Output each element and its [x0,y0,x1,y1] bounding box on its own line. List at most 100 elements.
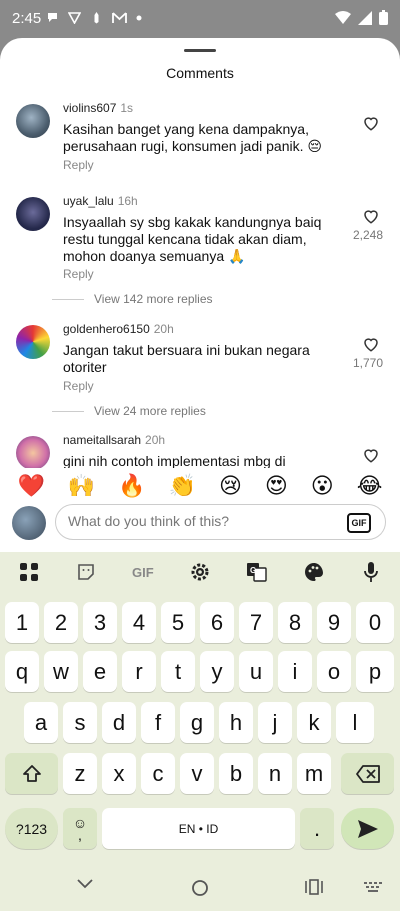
key-j[interactable]: j [258,702,292,743]
reply-button[interactable]: Reply [63,379,94,393]
battery-icon [379,10,388,25]
key-z[interactable]: z [63,753,97,794]
like-count: 1,770 [352,356,384,370]
avatar[interactable] [16,197,50,231]
key-8[interactable]: 8 [278,602,312,643]
avatar[interactable] [16,104,50,138]
view-more-replies[interactable]: View 24 more replies [52,404,206,418]
comment-input[interactable] [68,513,328,529]
shift-key[interactable] [5,753,58,794]
translate-icon[interactable]: G [244,559,270,585]
emoji-wow-button[interactable]: 😮 [311,473,334,499]
wifi-icon [335,10,351,24]
emoji-laugh-button[interactable]: 😂 [357,473,383,499]
reply-button[interactable]: Reply [63,267,94,281]
navigation-bar [0,866,400,911]
comment-input-box[interactable]: GIF [55,504,386,540]
backspace-key[interactable] [341,753,394,794]
heart-icon[interactable] [362,446,380,464]
comment-username[interactable]: goldenhero6150 20h [63,322,174,336]
key-4[interactable]: 4 [122,602,156,643]
key-s[interactable]: s [63,702,97,743]
key-d[interactable]: d [102,702,136,743]
send-icon [357,819,378,838]
system-icons [335,10,388,25]
key-h[interactable]: h [219,702,253,743]
comment-time: 20h [153,322,174,336]
key-t[interactable]: t [161,651,195,692]
heart-icon[interactable] [362,335,380,353]
emoji-reaction-row: ❤️ 🙌 🔥 👏 😢 😍 😮 😂 [0,468,400,504]
key-3[interactable]: 3 [83,602,117,643]
key-g[interactable]: g [180,702,214,743]
mic-icon[interactable] [358,559,384,585]
key-2[interactable]: 2 [44,602,78,643]
period-key[interactable]: . [300,808,334,849]
comment-username[interactable]: uyak_lalu 16h [63,194,138,208]
heart-icon[interactable] [362,114,380,132]
key-6[interactable]: 6 [200,602,234,643]
space-key[interactable]: EN • ID [102,808,295,849]
keyboard: GIF G 1 2 3 4 5 6 7 8 9 0 q w e r t y u … [0,552,400,866]
emoji-raised-hands-button[interactable]: 🙌 [68,473,95,499]
send-key[interactable] [341,808,394,849]
recents-button-icon[interactable] [305,879,323,895]
apps-icon[interactable] [16,559,42,585]
comment-time: 1s [120,101,134,115]
keyboard-toolbar: GIF G [0,552,400,592]
key-9[interactable]: 9 [317,602,351,643]
key-w[interactable]: w [44,651,78,692]
key-7[interactable]: 7 [239,602,273,643]
gmail-icon [112,12,127,23]
home-button-icon[interactable] [191,879,209,897]
emoji-cry-button[interactable]: 😢 [219,473,242,499]
palette-icon[interactable] [301,559,327,585]
sticker-icon[interactable] [73,559,99,585]
symbols-key[interactable]: ?123 [5,808,58,849]
key-o[interactable]: o [317,651,351,692]
settings-icon[interactable] [187,559,213,585]
key-k[interactable]: k [297,702,331,743]
avatar[interactable] [16,436,50,470]
key-x[interactable]: x [102,753,136,794]
heart-icon[interactable] [362,207,380,225]
comment-username[interactable]: violins607 1s [63,101,133,115]
key-a[interactable]: a [24,702,58,743]
key-p[interactable]: p [356,651,394,692]
reply-button[interactable]: Reply [63,158,94,172]
key-0[interactable]: 0 [356,602,394,643]
divider [52,411,84,413]
emoji-heart-button[interactable]: ❤️ [17,473,44,499]
key-q[interactable]: q [5,651,39,692]
key-m[interactable]: m [297,753,331,794]
key-n[interactable]: n [258,753,292,794]
key-i[interactable]: i [278,651,312,692]
comment-time: 16h [117,194,138,208]
key-c[interactable]: c [141,753,175,794]
key-u[interactable]: u [239,651,273,692]
view-more-replies[interactable]: View 142 more replies [52,292,213,306]
emoji-clap-button[interactable]: 👏 [169,473,196,499]
emoji-comma-key[interactable]: ☺ , [63,808,97,849]
gif-button[interactable]: GIF [347,513,371,533]
comments-sheet: Comments violins607 1s Kasihan banget yan… [0,38,400,552]
key-b[interactable]: b [219,753,253,794]
drag-handle[interactable] [184,49,216,52]
key-e[interactable]: e [83,651,117,692]
key-r[interactable]: r [122,651,156,692]
gif-tool-button[interactable]: GIF [130,559,156,585]
avatar[interactable] [16,325,50,359]
emoji-fire-button[interactable]: 🔥 [118,473,145,499]
emoji-heart-eyes-button[interactable]: 😍 [265,473,288,499]
key-5[interactable]: 5 [161,602,195,643]
key-l[interactable]: l [336,702,374,743]
keyboard-switch-icon[interactable] [364,882,382,892]
key-1[interactable]: 1 [5,602,39,643]
key-v[interactable]: v [180,753,214,794]
dot-icon [136,15,142,20]
key-y[interactable]: y [200,651,234,692]
comment-username[interactable]: nameitallsarah 20h [63,433,165,447]
chevron-down-icon[interactable] [76,878,94,890]
key-f[interactable]: f [141,702,175,743]
avatar [12,506,46,540]
